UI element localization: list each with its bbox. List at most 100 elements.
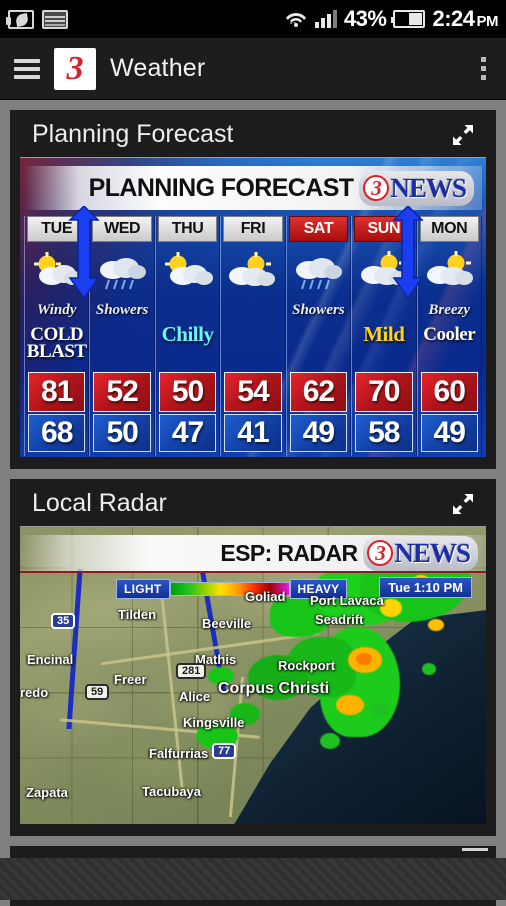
interstate-shield: 35	[51, 613, 76, 629]
radar-banner-title: ESP: RADAR	[220, 539, 358, 566]
wifi-icon	[284, 9, 308, 29]
city-label: Freer	[114, 672, 147, 687]
city-label: Zapata	[26, 785, 68, 800]
radar-echo	[320, 733, 340, 749]
day-body: Showers	[90, 300, 153, 372]
day-low-temp: 50	[93, 414, 151, 452]
forecast-day-column[interactable]: TUE Windy COLD BLAST 81 68	[24, 216, 90, 456]
city-label: Falfurrias	[149, 746, 209, 761]
day-body: Mild	[352, 300, 415, 372]
card-title: Local Radar	[32, 489, 167, 517]
us-route-shield: 59	[85, 684, 110, 700]
day-name-label: MON	[419, 216, 479, 242]
card-header: Planning Forecast	[20, 118, 486, 157]
city-label: Tilden	[118, 607, 157, 622]
app-logo: 3	[54, 47, 96, 90]
brand-mark: 3	[367, 540, 394, 566]
day-big-label: Chilly	[161, 322, 214, 346]
day-body: Breezy Cooler	[418, 300, 481, 372]
city-label: Rockport	[278, 658, 336, 673]
brand-name: NEWS	[394, 537, 471, 568]
expand-icon[interactable]	[450, 491, 476, 517]
partly-cloudy-icon	[352, 242, 415, 300]
content-scroll-area[interactable]: Planning Forecast PLANNING FORECAST 3 NE…	[0, 100, 506, 906]
city-label: Beeville	[202, 616, 252, 631]
news-brand-logo: 3 NEWS	[363, 535, 478, 571]
day-high-temp: 70	[355, 372, 413, 412]
day-name-label: SAT	[288, 216, 349, 242]
page-title: Weather	[110, 54, 206, 82]
city-label: Corpus Christi	[218, 680, 330, 697]
day-high-temp: 62	[289, 372, 348, 412]
interstate-shield: 77	[212, 743, 237, 759]
day-body: Windy COLD BLAST	[25, 300, 88, 372]
forecast-day-column[interactable]: SUN Mild 70 58	[351, 216, 417, 456]
day-high-temp: 50	[158, 372, 217, 412]
day-small-label: Showers	[95, 302, 149, 318]
us-route-shield: 281	[176, 663, 207, 679]
radar-echo-moderate	[336, 695, 364, 715]
city-label: Tacubaya	[142, 784, 202, 799]
screenshot-icon	[42, 9, 68, 29]
day-low-temp: 47	[158, 414, 217, 452]
day-big-label: Cooler	[423, 324, 476, 345]
day-name-label: SUN	[354, 216, 414, 242]
day-small-label: Breezy	[428, 302, 471, 318]
day-low-temp: 49	[420, 414, 478, 452]
partly-cloudy-icon	[25, 242, 88, 300]
forecast-day-column[interactable]: FRI 54 41	[220, 216, 286, 456]
card-planning-forecast[interactable]: Planning Forecast PLANNING FORECAST 3 NE…	[10, 110, 496, 469]
city-label: redo	[20, 685, 49, 700]
day-body	[221, 300, 284, 372]
status-bar-right: 43% 2:24 PM	[284, 6, 498, 32]
day-body: Chilly	[156, 300, 219, 372]
local-radar-graphic[interactable]: ESP: RADAR 3 NEWS LIGHT HEAVY Tue 1:10 P…	[20, 526, 486, 824]
day-high-temp: 81	[28, 372, 86, 412]
status-bar-left	[6, 9, 68, 29]
radar-timestamp: Tue 1:10 PM	[379, 577, 472, 598]
day-low-temp: 49	[289, 414, 348, 452]
partly-cloudy-icon	[418, 242, 481, 300]
planning-forecast-graphic: PLANNING FORECAST 3 NEWS TUE Windy COLD …	[20, 157, 486, 457]
day-small-label: Showers	[292, 302, 345, 318]
expand-icon[interactable]	[450, 122, 476, 148]
forecast-days-row: TUE Windy COLD BLAST 81 68 WED Showers 5…	[24, 216, 482, 456]
day-small-label: Windy	[36, 302, 77, 318]
forecast-banner: PLANNING FORECAST 3 NEWS	[24, 166, 482, 210]
radar-echo-moderate	[428, 619, 444, 631]
battery-percent-label: 43%	[343, 6, 387, 31]
day-high-temp: 52	[93, 372, 151, 412]
radar-echo	[422, 663, 436, 675]
hamburger-icon[interactable]	[14, 58, 40, 79]
action-bar: 3 Weather	[0, 38, 506, 100]
day-big-label: COLD BLAST	[26, 324, 87, 362]
forecast-day-column[interactable]: SAT Showers 62 49	[285, 216, 352, 456]
day-low-temp: 41	[224, 414, 282, 452]
radar-echo	[372, 703, 388, 717]
city-label: Port Lavaca	[310, 593, 384, 608]
navigation-bar[interactable]	[0, 848, 506, 900]
day-low-temp: 58	[355, 414, 413, 452]
card-local-radar[interactable]: Local Radar ESP: RADAR 3 NEWS LIGHT HEAV…	[10, 479, 496, 836]
rain-showers-icon	[90, 242, 153, 300]
day-name-label: FRI	[223, 216, 283, 242]
forecast-day-column[interactable]: MON Breezy Cooler 60 49	[416, 216, 482, 456]
forecast-day-column[interactable]: THU Chilly 50 47	[154, 216, 221, 456]
day-name-label: WED	[92, 216, 152, 242]
day-body: Showers	[287, 300, 350, 372]
status-bar: 43% 2:24 PM	[0, 0, 506, 38]
brand-mark: 3	[363, 175, 390, 201]
kebab-menu-icon[interactable]	[475, 51, 492, 86]
card-title: Planning Forecast	[32, 120, 234, 148]
app-logo-text: 3	[66, 49, 84, 87]
radar-echo-strong	[356, 653, 372, 665]
note-icon	[6, 9, 34, 29]
day-high-temp: 54	[224, 372, 282, 412]
city-label: Kingsville	[183, 715, 245, 730]
radar-banner: ESP: RADAR 3 NEWS	[20, 535, 486, 573]
forecast-day-column[interactable]: WED Showers 52 50	[89, 216, 155, 456]
clock-label: 2:24 PM	[432, 6, 498, 32]
forecast-banner-title: PLANNING FORECAST	[88, 173, 354, 202]
city-label: Goliad	[245, 589, 286, 604]
city-label: Encinal	[27, 652, 74, 667]
